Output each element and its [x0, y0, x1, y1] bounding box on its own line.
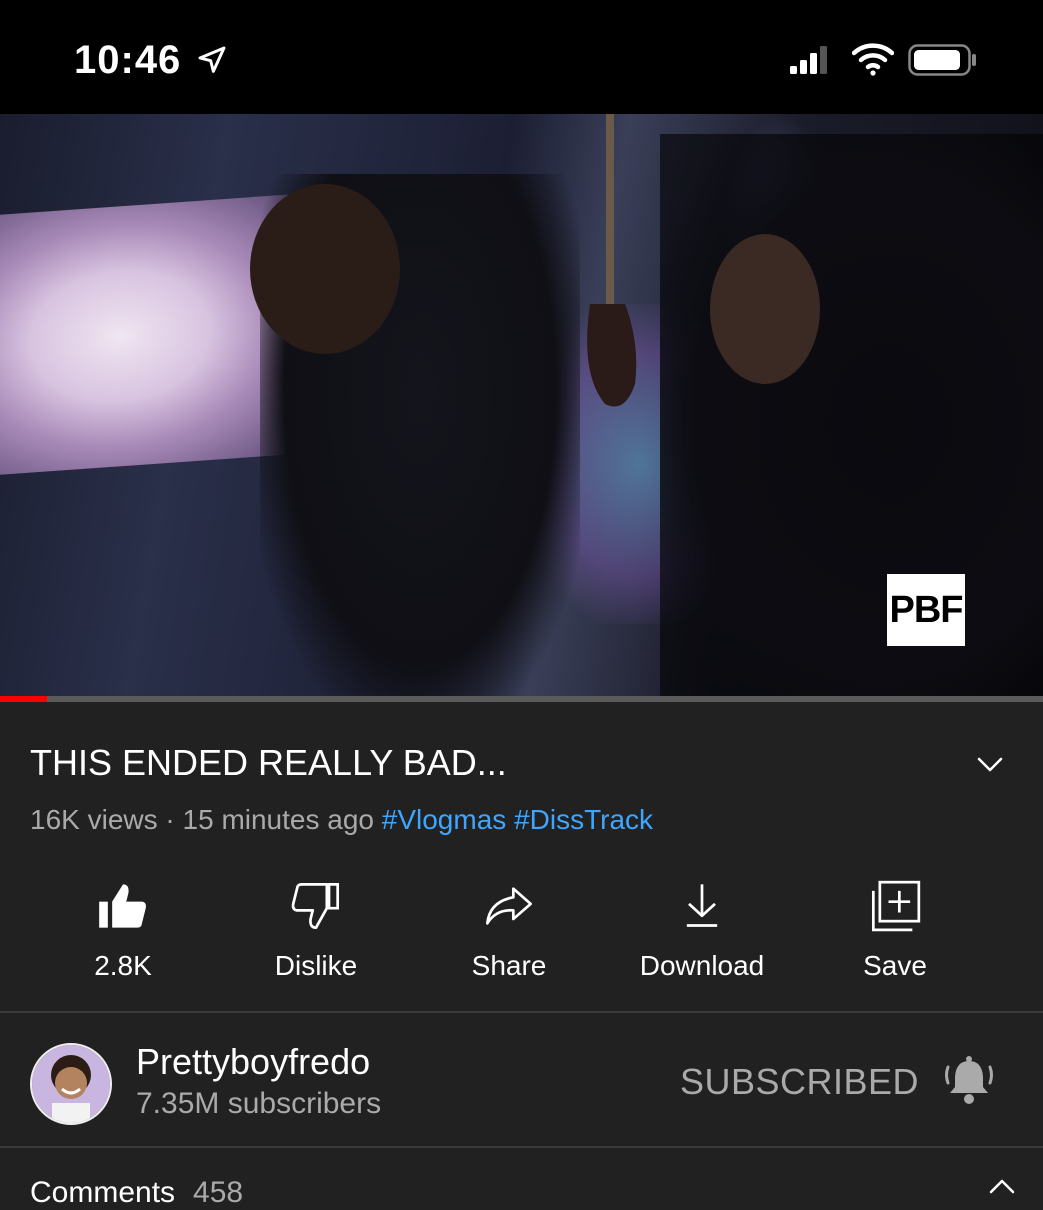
notification-bell-icon[interactable] — [942, 1053, 996, 1107]
channel-name[interactable]: Prettyboyfredo — [136, 1041, 370, 1083]
upload-age: 15 minutes ago — [182, 804, 374, 835]
download-button[interactable]: Download — [607, 872, 797, 982]
status-bar: 10:46 — [0, 0, 1043, 114]
person-right-face — [710, 234, 820, 384]
comments-header[interactable]: Comments 458 — [30, 1176, 243, 1210]
channel-avatar[interactable] — [30, 1043, 112, 1125]
download-icon — [686, 884, 718, 927]
chevron-down-icon[interactable] — [974, 748, 1006, 780]
channel-row[interactable]: Prettyboyfredo 7.35M subscribers SUBSCRI… — [0, 1015, 1043, 1145]
divider — [0, 1011, 1043, 1013]
cellular-signal-icon — [790, 46, 827, 74]
chevron-up-icon[interactable] — [986, 1172, 1018, 1200]
thumbs-down-icon — [291, 882, 340, 930]
hashtag-link[interactable]: #Vlogmas — [382, 804, 507, 835]
guitar — [587, 114, 637, 407]
dislike-button[interactable]: Dislike — [221, 872, 411, 982]
save-label: Save — [863, 950, 927, 981]
channel-watermark: PBF — [887, 574, 965, 646]
save-to-playlist-icon — [871, 880, 921, 932]
share-button[interactable]: Share — [414, 872, 604, 982]
video-meta: 16K views · 15 minutes ago #Vlogmas #Dis… — [30, 804, 653, 836]
subscribed-button[interactable]: SUBSCRIBED — [680, 1061, 919, 1103]
like-button[interactable]: 2.8K — [28, 872, 218, 982]
location-arrow-icon — [198, 46, 226, 73]
comments-count: 458 — [193, 1176, 244, 1209]
battery-icon — [908, 44, 976, 76]
video-title: THIS ENDED REALLY BAD... — [30, 742, 507, 783]
like-count: 2.8K — [94, 950, 152, 981]
status-time: 10:46 — [74, 38, 182, 82]
share-icon — [485, 887, 533, 925]
wifi-icon — [852, 43, 894, 76]
meta-separator: · — [165, 804, 175, 835]
person-right — [660, 134, 1043, 698]
thumbs-up-icon — [99, 884, 146, 928]
video-progress-fill — [0, 696, 47, 702]
hashtag-link[interactable]: #DissTrack — [514, 804, 653, 835]
action-bar: 2.8K Dislike Share Download Save — [0, 872, 1043, 992]
comments-label: Comments — [30, 1176, 176, 1209]
divider — [0, 1146, 1043, 1148]
person-left-head — [250, 184, 400, 354]
share-label: Share — [471, 950, 547, 981]
video-progress-bar[interactable] — [0, 696, 1043, 702]
download-label: Download — [639, 950, 765, 981]
view-count: 16K views — [30, 804, 158, 835]
save-button[interactable]: Save — [800, 872, 990, 982]
video-player[interactable]: PBF — [0, 114, 1043, 698]
subscriber-count: 7.35M subscribers — [136, 1087, 382, 1120]
avatar-cartoon — [32, 1045, 110, 1123]
dislike-label: Dislike — [274, 950, 358, 981]
